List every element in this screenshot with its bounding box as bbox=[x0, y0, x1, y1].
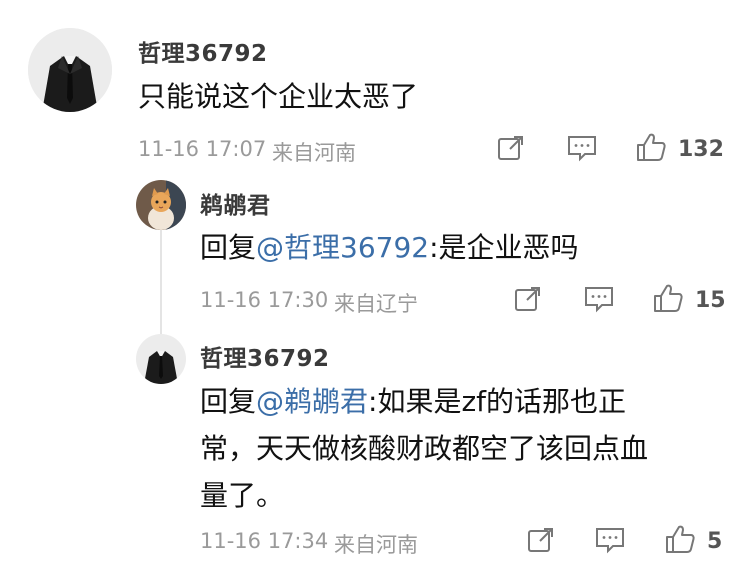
comment-location: 来自河南 bbox=[334, 533, 418, 557]
comment-text: 只能说这个企业太恶了 bbox=[138, 80, 419, 113]
reply-text: 回复@哲理36792:是企业恶吗 bbox=[200, 225, 579, 271]
avatar[interactable] bbox=[136, 180, 186, 230]
share-icon[interactable] bbox=[513, 284, 543, 314]
like-count: 5 bbox=[707, 529, 723, 554]
like-icon[interactable] bbox=[652, 282, 684, 314]
comment-time: 11-16 17:07 bbox=[138, 137, 267, 161]
reply-icon[interactable] bbox=[594, 525, 626, 555]
like-count: 132 bbox=[678, 137, 724, 162]
share-icon[interactable] bbox=[496, 133, 526, 163]
username[interactable]: 哲理36792 bbox=[138, 34, 268, 68]
share-icon[interactable] bbox=[526, 525, 556, 555]
reply-line: 常，天天做核酸财政都空了该回点血 bbox=[200, 432, 649, 465]
comment-location: 来自辽宁 bbox=[334, 292, 418, 316]
username[interactable]: 鹈鹕君 bbox=[200, 186, 271, 220]
reply-icon[interactable] bbox=[566, 133, 598, 163]
username[interactable]: 哲理36792 bbox=[200, 339, 330, 373]
avatar[interactable] bbox=[28, 28, 112, 112]
reply-text: 回复@鹈鹕君:如果是zf的话那也正 常，天天做核酸财政都空了该回点血 量了。 bbox=[200, 378, 648, 519]
thread-line bbox=[160, 230, 162, 340]
reply-body: :如果是zf的话那也正 bbox=[368, 385, 627, 418]
reply-icon[interactable] bbox=[583, 284, 615, 314]
comment-time: 11-16 17:34 bbox=[200, 529, 329, 553]
comment-time: 11-16 17:30 bbox=[200, 288, 329, 312]
mention-link[interactable]: @鹈鹕君 bbox=[256, 385, 368, 418]
like-count: 15 bbox=[695, 288, 726, 313]
reply-line: 量了。 bbox=[200, 479, 285, 512]
reply-body: :是企业恶吗 bbox=[429, 231, 579, 264]
mention-link[interactable]: @哲理36792 bbox=[256, 231, 429, 264]
like-icon[interactable] bbox=[635, 131, 667, 163]
avatar[interactable] bbox=[136, 334, 186, 384]
reply-prefix: 回复 bbox=[200, 385, 257, 418]
reply-line: 回复@鹈鹕君:如果是zf的话那也正 bbox=[200, 378, 648, 425]
reply-prefix: 回复 bbox=[200, 231, 257, 264]
like-icon[interactable] bbox=[664, 523, 696, 555]
comment-location: 来自河南 bbox=[272, 141, 356, 165]
